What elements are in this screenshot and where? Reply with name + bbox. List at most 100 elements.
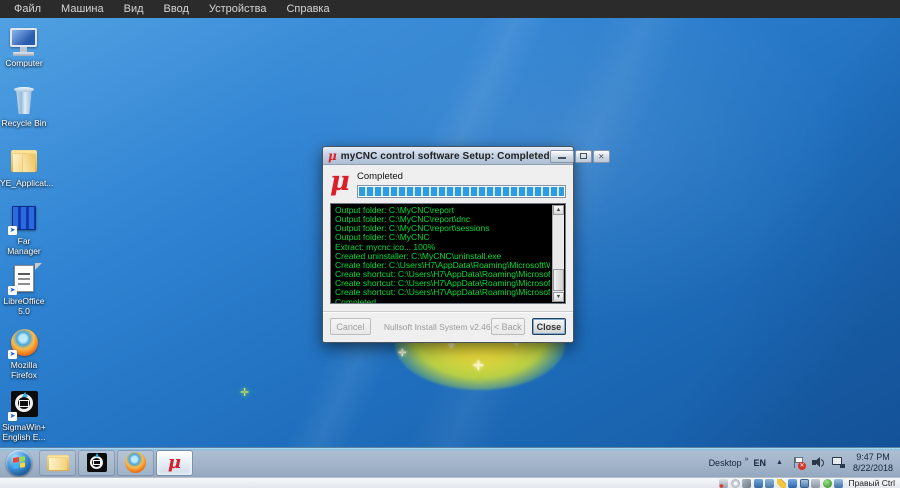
desktop-icon-label: Far Manager (0, 237, 48, 256)
desktop-icon-far-manager[interactable]: ➤ Far Manager (0, 204, 48, 256)
windows-logo-icon (13, 456, 25, 469)
recycle-bin-icon (7, 86, 41, 117)
install-log-line: Create shortcut: C:\Users\H7\AppData\Roa… (335, 279, 550, 288)
desktop-icon-label: LibreOffice 5.0 (0, 297, 48, 316)
windows-taskbar: μ Desktop » EN ▲ ✕ 9:47 PM 8/22/2018 (0, 447, 900, 477)
taskbar-button-sigmawin[interactable] (78, 450, 115, 476)
clock-time: 9:47 PM (853, 452, 893, 463)
desktop-icon-label: SigmaWin+ English E... (0, 423, 48, 442)
desktop-icon-sigmawin[interactable]: ➤ SigmaWin+ English E... (0, 390, 48, 442)
desktop-icon-libreoffice[interactable]: ➤ LibreOffice 5.0 (0, 264, 48, 316)
taskbar-clock[interactable]: 9:47 PM 8/22/2018 (853, 452, 893, 473)
taskbar-button-mycnc-setup[interactable]: μ (156, 450, 193, 476)
install-log-line: Extract: mycnc.ico... 100% (335, 243, 550, 252)
clock-date: 8/22/2018 (853, 463, 893, 474)
mycnc-logo-icon: μ (330, 170, 357, 194)
mycnc-mu-icon: μ (168, 454, 181, 472)
shortcut-arrow-icon: ➤ (8, 226, 17, 235)
mycnc-mu-icon: μ (328, 150, 337, 162)
shortcut-arrow-icon: ➤ (8, 350, 17, 359)
desktop-icon-label: Computer (0, 59, 48, 69)
scrollbar-thumb[interactable] (553, 269, 564, 291)
show-hidden-icons-button[interactable]: ▲ (776, 459, 783, 466)
install-log-line: Output folder: C:\MyCNC\report\dnc (335, 215, 550, 224)
progress-bar-fill (359, 187, 564, 196)
desktop-icon-recycle-bin[interactable]: Recycle Bin (0, 86, 48, 129)
vbox-hdd-icon[interactable] (719, 479, 728, 488)
install-log-line: Create shortcut: C:\Users\H7\AppData\Roa… (335, 270, 550, 279)
vbox-shared-folders-icon[interactable] (788, 479, 797, 488)
sigmawin-icon (87, 453, 107, 472)
vbox-menu-item[interactable]: Устройства (199, 0, 277, 18)
vbox-mouse-integration-icon[interactable] (834, 479, 843, 488)
vbox-optical-disc-icon[interactable] (731, 479, 740, 488)
libreoffice-icon: ➤ (7, 264, 41, 295)
vbox-audio-icon[interactable] (742, 479, 751, 488)
close-button[interactable]: Close (532, 318, 566, 335)
minimize-button[interactable] (550, 150, 574, 163)
computer-icon (7, 26, 41, 57)
system-tray: Desktop » EN ▲ ✕ 9:47 PM 8/22/2018 (709, 452, 897, 473)
wallpaper-sparkle: ✛ (473, 358, 484, 374)
cancel-button[interactable]: Cancel (330, 318, 371, 335)
nsis-brand-label: Nullsoft Install System v2.46 (384, 322, 491, 332)
dialog-titlebar[interactable]: μ myCNC control software Setup: Complete… (323, 147, 573, 164)
taskbar-button-firefox[interactable] (117, 450, 154, 476)
network-icon[interactable] (832, 456, 845, 469)
volume-speaker-icon[interactable] (812, 456, 825, 469)
vbox-menu-item[interactable]: Файл (4, 0, 51, 18)
back-button[interactable]: < Back (491, 318, 525, 335)
firefox-icon: ➤ (7, 328, 41, 359)
desktop-icon-label: YE_Applicat... (0, 179, 48, 189)
install-log-line: Completed (335, 298, 550, 304)
install-log-line: Created uninstaller: C:\MyCNC\uninstall.… (335, 252, 550, 261)
vbox-shared-clipboard-icon[interactable] (777, 479, 786, 488)
maximize-button[interactable] (575, 150, 592, 163)
vbox-host-key-label: Правый Ctrl (848, 478, 895, 488)
desktop-icon-computer[interactable]: Computer (0, 26, 48, 69)
install-log-line: Create shortcut: C:\Users\H7\AppData\Roa… (335, 288, 550, 297)
installer-dialog: μ myCNC control software Setup: Complete… (322, 146, 574, 343)
vbox-display-icon[interactable] (800, 479, 809, 488)
start-button[interactable] (6, 450, 32, 476)
action-center-alert-badge: ✕ (798, 462, 806, 470)
vbox-menu-item[interactable]: Справка (276, 0, 339, 18)
dialog-title: myCNC control software Setup: Completed (341, 151, 550, 162)
close-window-button[interactable]: ✕ (593, 150, 610, 163)
install-log[interactable]: Output folder: C:\MyCNC\reportOutput fol… (330, 203, 566, 304)
vbox-usb-icon[interactable] (765, 479, 774, 488)
desktop-toolbar-label[interactable]: Desktop (709, 458, 742, 468)
vbox-network-icon[interactable] (754, 479, 763, 488)
vbox-menu-item[interactable]: Ввод (154, 0, 199, 18)
install-log-line: Output folder: C:\MyCNC\report\sessions (335, 224, 550, 233)
wallpaper-sprout-sparkle: ✛ (240, 386, 249, 399)
progress-bar (357, 185, 566, 198)
language-indicator[interactable]: EN (754, 458, 767, 468)
vbox-menu-item[interactable]: Вид (114, 0, 154, 18)
install-log-line: Output folder: C:\MyCNC (335, 233, 550, 242)
vbox-menu-item[interactable]: Машина (51, 0, 114, 18)
desktop-icon-ye-application[interactable]: YE_Applicat... (0, 146, 48, 189)
shortcut-arrow-icon: ➤ (8, 412, 17, 421)
desktop-icon-label: Recycle Bin (0, 119, 48, 129)
dialog-body: μ Completed Output folder: C:\MyCNC\repo… (323, 164, 573, 342)
vbox-video-capture-icon[interactable] (811, 479, 820, 488)
desktop-icon-firefox[interactable]: ➤ Mozilla Firefox (0, 328, 48, 380)
taskbar-button-explorer[interactable] (39, 450, 76, 476)
far-manager-icon: ➤ (7, 204, 41, 235)
install-log-line: Output folder: C:\MyCNC\report (335, 206, 550, 215)
install-status-label: Completed (357, 171, 566, 182)
toolbar-overflow-chevron-icon[interactable]: » (745, 456, 748, 463)
explorer-folder-icon (47, 455, 69, 471)
action-center-flag-icon[interactable]: ✕ (792, 456, 805, 469)
vbox-statusbar: Правый Ctrl (0, 477, 900, 488)
shortcut-arrow-icon: ➤ (8, 286, 17, 295)
vbox-features-icon[interactable] (823, 479, 832, 488)
scroll-down-arrow-icon[interactable]: ▼ (553, 292, 564, 302)
scroll-up-arrow-icon[interactable]: ▲ (553, 205, 564, 215)
log-scrollbar[interactable]: ▲ ▼ (552, 205, 564, 302)
virtualbox-vm-screen: ФайлМашинаВидВводУстройстваСправка ✛ ✛ ✛… (0, 0, 900, 488)
install-log-line: Create folder: C:\Users\H7\AppData\Roami… (335, 261, 550, 270)
sigmawin-icon: ➤ (7, 390, 41, 421)
folder-icon (7, 146, 41, 177)
